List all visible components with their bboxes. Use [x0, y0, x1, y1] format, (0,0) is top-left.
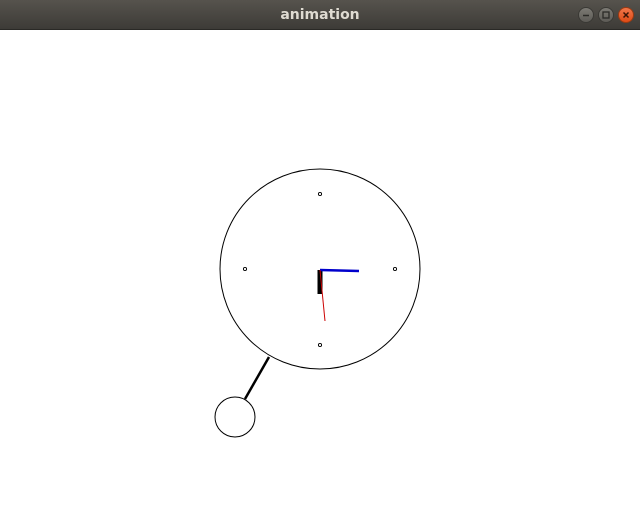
animation-canvas: [0, 30, 640, 510]
app-window: animation: [0, 0, 640, 510]
close-button[interactable]: [618, 7, 634, 23]
pendulum-bob: [214, 396, 256, 438]
clock-pendulum-drawing: [214, 168, 421, 438]
maximize-icon: [602, 11, 610, 19]
hour-mark-6: [317, 342, 323, 348]
clock-face: [219, 168, 421, 370]
window-title: animation: [280, 7, 360, 23]
pendulum-rod: [243, 356, 271, 400]
close-icon: [622, 11, 630, 19]
maximize-button[interactable]: [598, 7, 614, 23]
minimize-button[interactable]: [578, 7, 594, 23]
minute-hand: [319, 268, 360, 273]
hour-mark-3: [392, 266, 398, 272]
hour-mark-12: [317, 191, 323, 197]
minimize-icon: [583, 14, 589, 17]
window-titlebar[interactable]: animation: [0, 0, 640, 30]
hour-mark-9: [242, 266, 248, 272]
